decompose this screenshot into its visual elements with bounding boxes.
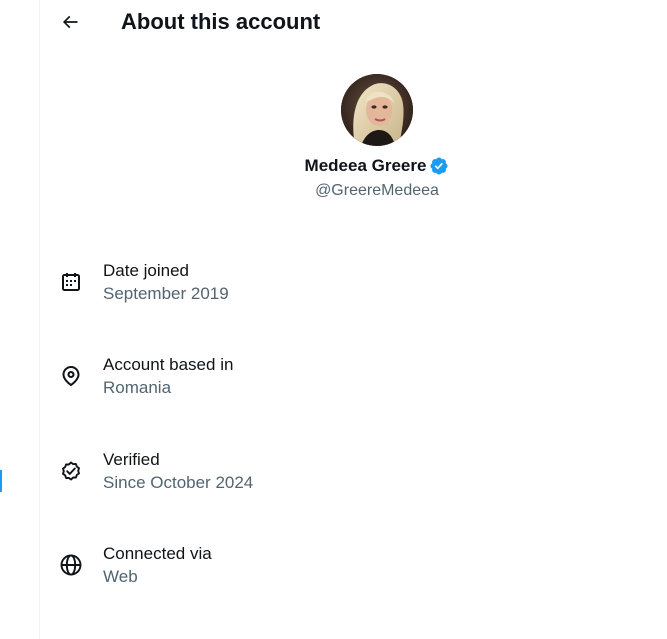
calendar-icon [62, 273, 80, 291]
info-value: Romania [103, 378, 172, 397]
account-handle: @GreereMedeea [315, 182, 439, 199]
info-value: Since October 2024 [103, 473, 254, 492]
page-title: About this account [121, 9, 321, 34]
info-item-account-based-in: Account based in Romania [41, 348, 667, 408]
verified-badge-icon [430, 157, 448, 175]
verified-badge-outline-icon [62, 461, 80, 481]
info-label: Account based in [103, 355, 234, 374]
info-item-connected-via: Connected via Web [41, 537, 667, 597]
back-arrow-icon [62, 15, 78, 29]
display-name: Medeea Greere [304, 156, 427, 175]
page-header: About this account [41, 0, 667, 44]
info-item-verified: Verified Since October 2024 [41, 443, 667, 503]
location-pin-icon [62, 366, 80, 387]
active-nav-indicator [0, 470, 2, 492]
left-navigation-rail [0, 0, 40, 639]
info-item-date-joined: Date joined September 2019 [41, 254, 667, 314]
display-name-row: Medeea Greere [41, 156, 667, 176]
back-button[interactable] [54, 6, 86, 38]
avatar[interactable] [341, 74, 413, 146]
info-label: Connected via [103, 544, 212, 563]
info-value: September 2019 [103, 284, 229, 303]
info-value: Web [103, 567, 138, 586]
info-label: Verified [103, 450, 160, 469]
info-label: Date joined [103, 261, 190, 280]
avatar-image [341, 74, 413, 146]
globe-icon [60, 554, 82, 576]
